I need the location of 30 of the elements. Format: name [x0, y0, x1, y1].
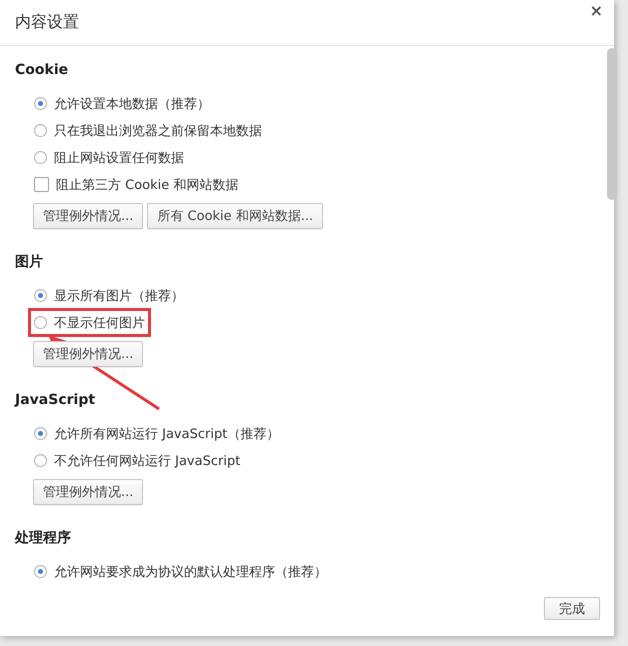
option-label[interactable]: 只在我退出浏览器之前保留本地数据: [54, 122, 262, 140]
dialog-title: 内容设置: [15, 12, 79, 32]
option-label[interactable]: 不允许任何网站运行 JavaScript: [54, 452, 240, 470]
section-heading: JavaScript: [15, 391, 96, 410]
section-heading: 图片: [15, 253, 44, 272]
radio-button[interactable]: [34, 454, 47, 467]
option-label[interactable]: 阻止第三方 Cookie 和网站数据: [56, 176, 238, 194]
option-label[interactable]: 阻止网站设置任何数据: [54, 148, 184, 166]
radio-button[interactable]: [34, 565, 47, 578]
section-heading: 处理程序: [15, 528, 72, 548]
settings-button[interactable]: 所有 Cookie 和网站数据...: [147, 203, 324, 229]
option-label[interactable]: 允许网站要求成为协议的默认处理程序（推荐）: [54, 562, 327, 580]
close-button[interactable]: ×: [588, 2, 605, 20]
settings-button[interactable]: 管理例外情况...: [33, 341, 144, 367]
radio-button[interactable]: [34, 427, 47, 440]
radio-button[interactable]: [34, 151, 47, 164]
radio-button[interactable]: [34, 289, 47, 302]
section-heading: Cookie: [15, 61, 70, 80]
radio-button[interactable]: [34, 316, 47, 329]
done-button[interactable]: 完成: [544, 597, 600, 620]
option-label[interactable]: 不显示任何图片: [54, 314, 145, 332]
checkbox[interactable]: [34, 177, 49, 192]
option-label[interactable]: 允许设置本地数据（推荐）: [54, 94, 210, 112]
scrollbar-thumb[interactable]: [607, 48, 617, 200]
radio-button[interactable]: [34, 124, 47, 137]
option-label[interactable]: 允许所有网站运行 JavaScript（推荐）: [54, 424, 280, 442]
settings-button[interactable]: 管理例外情况...: [33, 203, 144, 229]
settings-button[interactable]: 管理例外情况...: [33, 479, 144, 505]
radio-button[interactable]: [34, 97, 47, 110]
option-label[interactable]: 显示所有图片（推荐）: [54, 286, 184, 304]
